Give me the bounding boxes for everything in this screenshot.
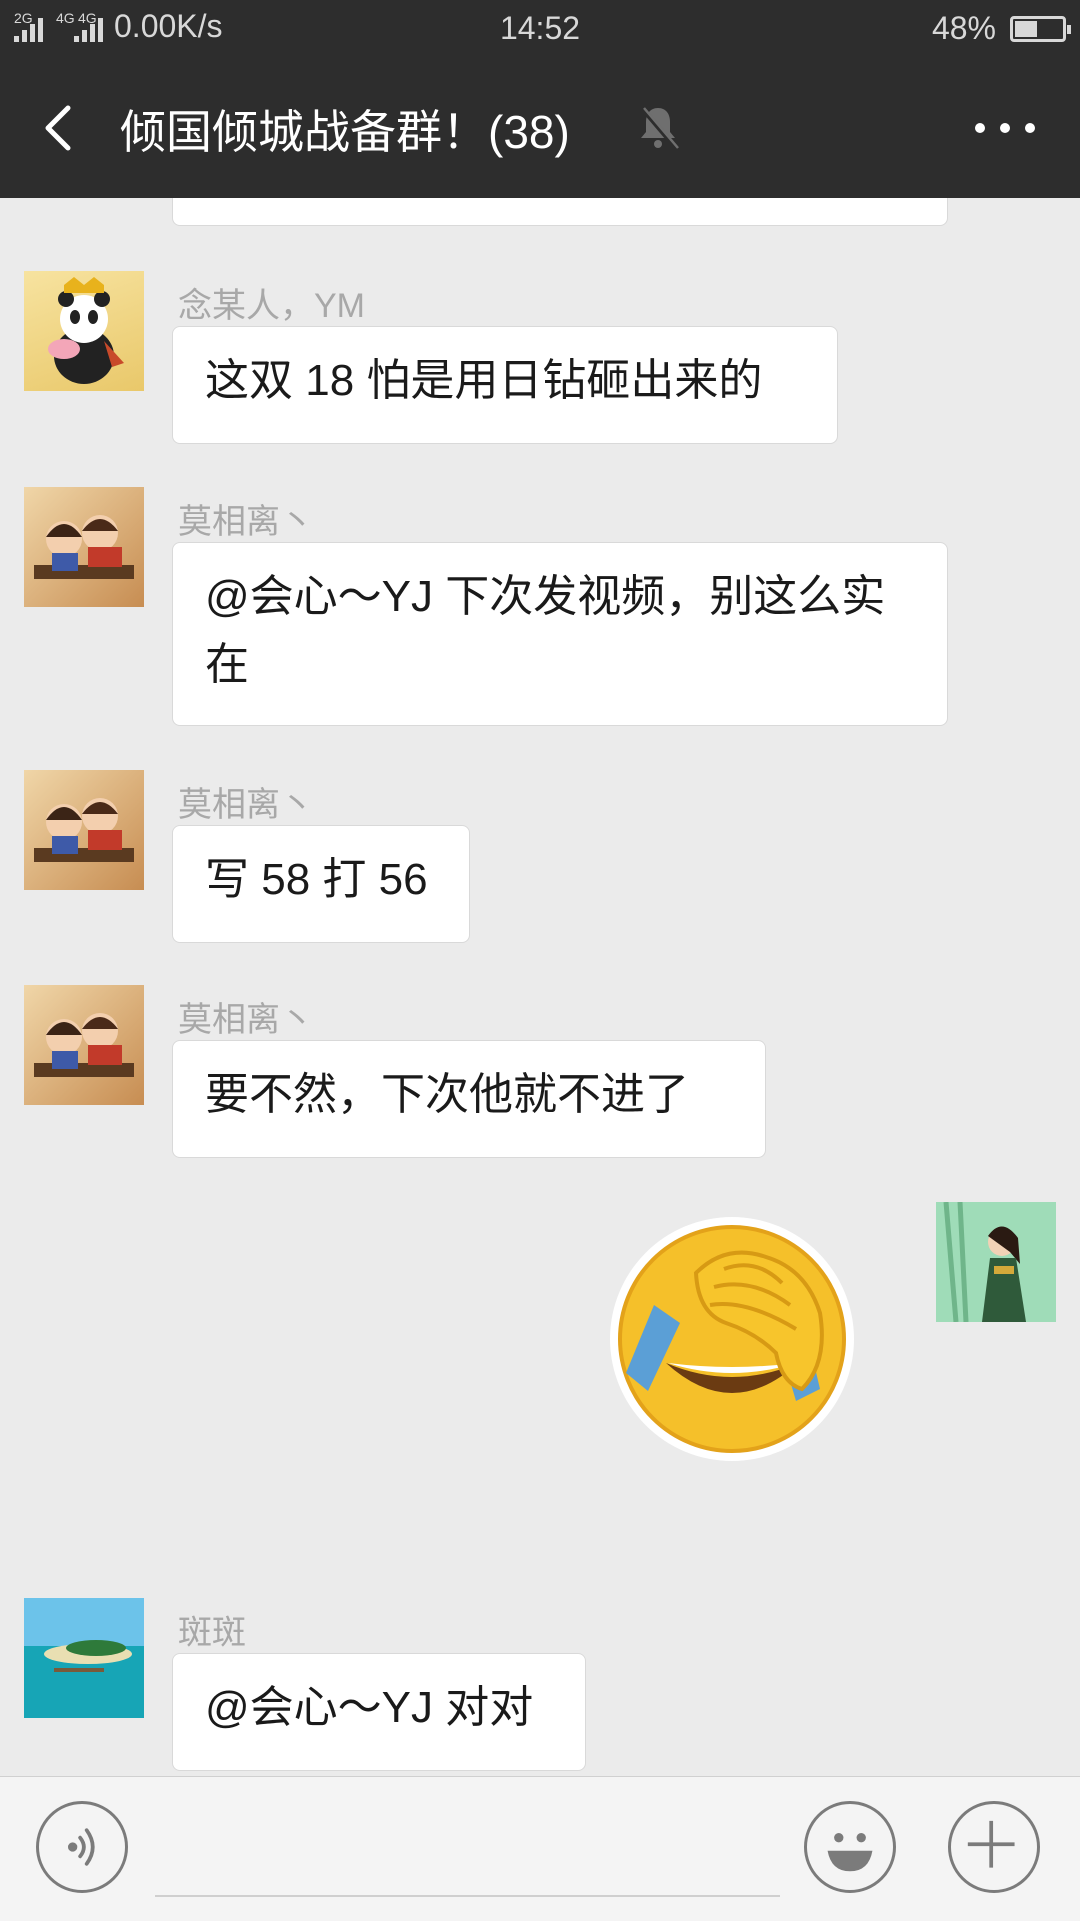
- input-bar: [0, 1776, 1080, 1921]
- plus-icon: [967, 1820, 1015, 1868]
- beach-avatar-icon: [24, 1598, 144, 1718]
- kids-avatar-icon: [34, 1013, 134, 1077]
- avatar[interactable]: [24, 271, 144, 391]
- status-time: 14:52: [499, 10, 581, 46]
- voice-input-button[interactable]: [36, 1801, 128, 1893]
- sender-name: 念某人，YM: [178, 287, 365, 325]
- add-more-button[interactable]: [948, 1801, 1040, 1893]
- facepalm-emoji-icon[interactable]: [606, 1213, 858, 1465]
- status-right: 48%: [931, 10, 1071, 47]
- chat-title: 倾国倾城战备群！(38): [120, 106, 570, 158]
- mute-bell-icon: [640, 106, 679, 150]
- avatar[interactable]: [24, 985, 144, 1105]
- message-bubble[interactable]: @会心～YJ 下次发视频，别这么实在: [172, 542, 948, 726]
- sender-name: 莫相离丶: [178, 786, 314, 824]
- self-avatar[interactable]: [936, 1202, 1056, 1322]
- sender-name: 莫相离丶: [178, 503, 314, 541]
- message-bubble[interactable]: 这双 18 怕是用日钻砸出来的: [172, 326, 838, 444]
- chat-message-list[interactable]: 念某人，YM 这双 18 怕是用日钻砸出来的 莫相离丶 @会心～YJ 下次发视频…: [0, 198, 1080, 1776]
- sender-name: 斑斑: [178, 1614, 246, 1652]
- battery-icon: [1010, 15, 1071, 42]
- smiley-icon: [827, 1832, 873, 1872]
- avatar[interactable]: [24, 1598, 144, 1718]
- back-arrow-icon[interactable]: [30, 98, 90, 158]
- more-options-icon[interactable]: [970, 108, 1040, 148]
- status-bar: 2G 4G 4G 0.00K/s 14:52 48%: [0, 0, 1080, 58]
- avatar[interactable]: [24, 487, 144, 607]
- message-bubble[interactable]: @会心～YJ 对对: [172, 1653, 586, 1771]
- panda-avatar-icon: [48, 277, 124, 384]
- sender-name: 莫相离丶: [178, 1001, 314, 1039]
- kids-avatar-icon: [34, 515, 134, 579]
- emoji-button[interactable]: [804, 1801, 896, 1893]
- previous-message-bubble[interactable]: [172, 198, 948, 226]
- chat-header: 倾国倾城战备群！(38): [0, 58, 1080, 198]
- avatar[interactable]: [24, 770, 144, 890]
- message-bubble[interactable]: 要不然，下次他就不进了: [172, 1040, 766, 1158]
- kids-avatar-icon: [34, 798, 134, 862]
- message-input[interactable]: [155, 1895, 780, 1897]
- voice-icon: [67, 1828, 95, 1866]
- message-bubble[interactable]: 写 58 打 56: [172, 825, 470, 943]
- battery-percent: 48%: [931, 10, 996, 46]
- warrior-girl-avatar-icon: [936, 1202, 1056, 1322]
